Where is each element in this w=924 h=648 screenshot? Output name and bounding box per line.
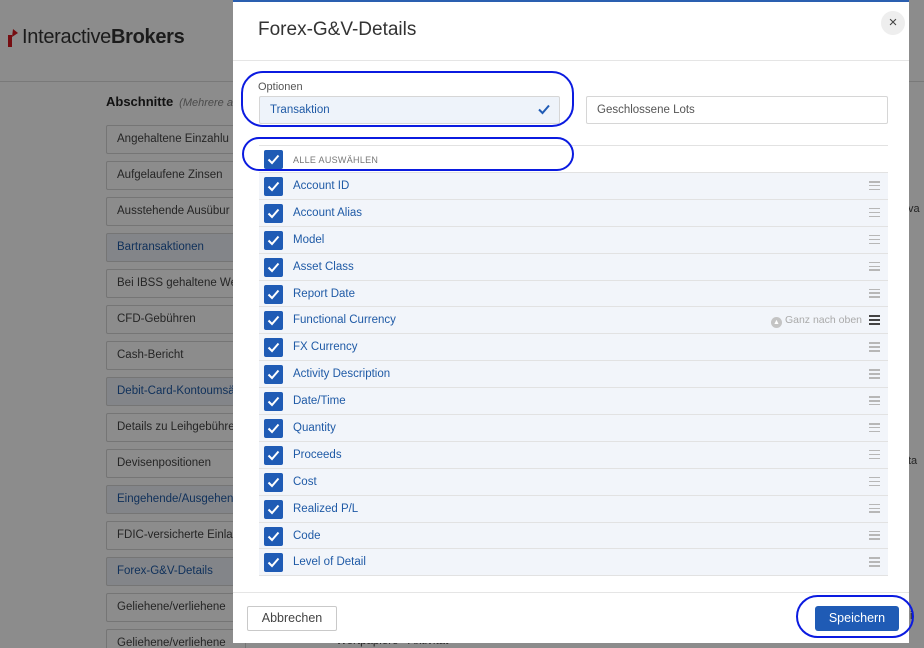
drag-handle-icon[interactable] [869, 342, 880, 352]
field-label: Code [293, 529, 321, 542]
checkmark-icon [267, 154, 280, 165]
field-rows: Account ID Account Alias Model Asset Class R… [259, 173, 888, 577]
close-icon: × [888, 14, 898, 31]
forex-details-dialog: Forex-G&V-Details × Optionen Transaktion… [233, 0, 909, 643]
field-checkbox[interactable] [264, 177, 283, 196]
field-row[interactable]: Functional Currency ▲ Ganz nach oben [259, 307, 888, 335]
field-row[interactable]: Date/Time [259, 388, 888, 416]
field-label: Account Alias [293, 206, 363, 219]
drag-handle-icon[interactable] [869, 207, 880, 218]
drag-handle-icon[interactable] [869, 530, 880, 540]
field-row[interactable]: Account Alias [259, 199, 888, 227]
dialog-title: Forex-G&V-Details [258, 19, 417, 40]
drag-handle-icon[interactable] [869, 423, 880, 433]
field-row[interactable]: Code [259, 522, 888, 550]
checkmark-icon [267, 289, 280, 300]
checkmark-icon [267, 181, 280, 192]
drag-handle-icon[interactable] [869, 369, 880, 379]
field-row[interactable]: FX Currency [259, 334, 888, 362]
field-checkbox[interactable] [264, 445, 283, 465]
divider [233, 592, 909, 593]
field-label: Realized P/L [293, 502, 359, 515]
checkmark-icon [267, 531, 280, 542]
field-row[interactable]: Realized P/L [259, 495, 888, 523]
field-checkbox[interactable] [264, 499, 283, 519]
checkmark-icon [267, 370, 280, 380]
field-row[interactable]: Report Date [259, 280, 888, 308]
field-label: Activity Description [293, 368, 391, 381]
field-label: Functional Currency [293, 314, 396, 327]
options-label: Optionen [258, 81, 303, 93]
drag-handle-icon[interactable] [869, 181, 880, 191]
drag-handle-icon[interactable] [869, 396, 880, 406]
checkmark-icon [267, 343, 280, 353]
drag-handle-icon[interactable] [869, 476, 880, 487]
drag-handle-icon[interactable] [869, 557, 880, 567]
option-label: Transaktion [270, 104, 330, 116]
field-checkbox[interactable] [264, 203, 283, 223]
field-label: FX Currency [293, 341, 358, 354]
checkmark-icon [267, 235, 280, 246]
select-all-row[interactable]: ALLE AUSWÄHLEN [259, 146, 888, 173]
move-to-top-label: Ganz nach oben [784, 314, 862, 327]
checkmark-icon [538, 104, 550, 115]
field-label: Asset Class [293, 260, 354, 273]
field-list: ALLE AUSWÄHLEN Account ID Account Alias Mo… [259, 145, 888, 577]
field-label: Date/Time [293, 395, 346, 408]
field-label: Account ID [293, 180, 350, 192]
field-row[interactable]: Proceeds [259, 441, 888, 469]
checkmark-icon [267, 423, 280, 434]
arrow-up-icon: ▲ [770, 317, 782, 329]
drag-handle-icon[interactable] [869, 449, 880, 460]
field-checkbox[interactable] [264, 472, 283, 492]
field-label: Level of Detail [293, 556, 366, 569]
drag-handle-icon[interactable] [869, 261, 880, 271]
checkmark-icon [267, 208, 280, 219]
option-closed-lots[interactable]: Geschlossene Lots [586, 96, 888, 124]
drag-handle-icon[interactable] [869, 315, 880, 325]
option-label: Geschlossene Lots [597, 104, 695, 116]
field-checkbox[interactable] [264, 419, 283, 439]
checkmark-icon [267, 477, 280, 488]
cancel-button[interactable]: Abbrechen [247, 606, 337, 631]
option-transaction[interactable]: Transaktion [259, 96, 560, 124]
drag-handle-icon[interactable] [869, 503, 880, 513]
field-row[interactable]: Quantity [259, 415, 888, 442]
field-label: Report Date [293, 287, 356, 300]
checkmark-icon [267, 504, 280, 515]
field-checkbox[interactable] [264, 311, 283, 331]
drag-handle-icon[interactable] [869, 234, 880, 245]
field-row[interactable]: Asset Class [259, 253, 888, 281]
save-button[interactable]: Speichern [815, 606, 899, 631]
field-checkbox[interactable] [264, 230, 283, 250]
field-checkbox[interactable] [264, 257, 283, 277]
field-checkbox[interactable] [264, 553, 283, 573]
field-label: Proceeds [293, 448, 342, 461]
field-row[interactable]: Model [259, 226, 888, 254]
field-label: Model [293, 233, 325, 246]
field-checkbox[interactable] [264, 526, 283, 546]
field-checkbox[interactable] [264, 338, 283, 358]
field-checkbox[interactable] [264, 284, 283, 304]
checkmark-icon [267, 450, 280, 461]
field-label: Quantity [293, 422, 336, 435]
field-checkbox[interactable] [264, 392, 283, 412]
field-row[interactable]: Account ID [259, 173, 888, 200]
checkmark-icon [267, 262, 280, 273]
close-button[interactable]: × [881, 11, 905, 35]
move-to-top-link[interactable]: ▲ Ganz nach oben [770, 314, 862, 329]
checkmark-icon [267, 396, 280, 407]
field-label: Cost [293, 475, 317, 488]
select-all-label: ALLE AUSWÄHLEN [293, 155, 379, 165]
checkmark-icon [267, 316, 280, 326]
field-row[interactable]: Cost [259, 468, 888, 496]
field-row[interactable]: Level of Detail [259, 549, 888, 577]
divider [233, 60, 909, 61]
drag-handle-icon[interactable] [869, 288, 880, 298]
select-all-checkbox[interactable] [264, 150, 283, 169]
checkmark-icon [267, 558, 280, 568]
field-row[interactable]: Activity Description [259, 361, 888, 389]
field-checkbox[interactable] [264, 365, 283, 385]
